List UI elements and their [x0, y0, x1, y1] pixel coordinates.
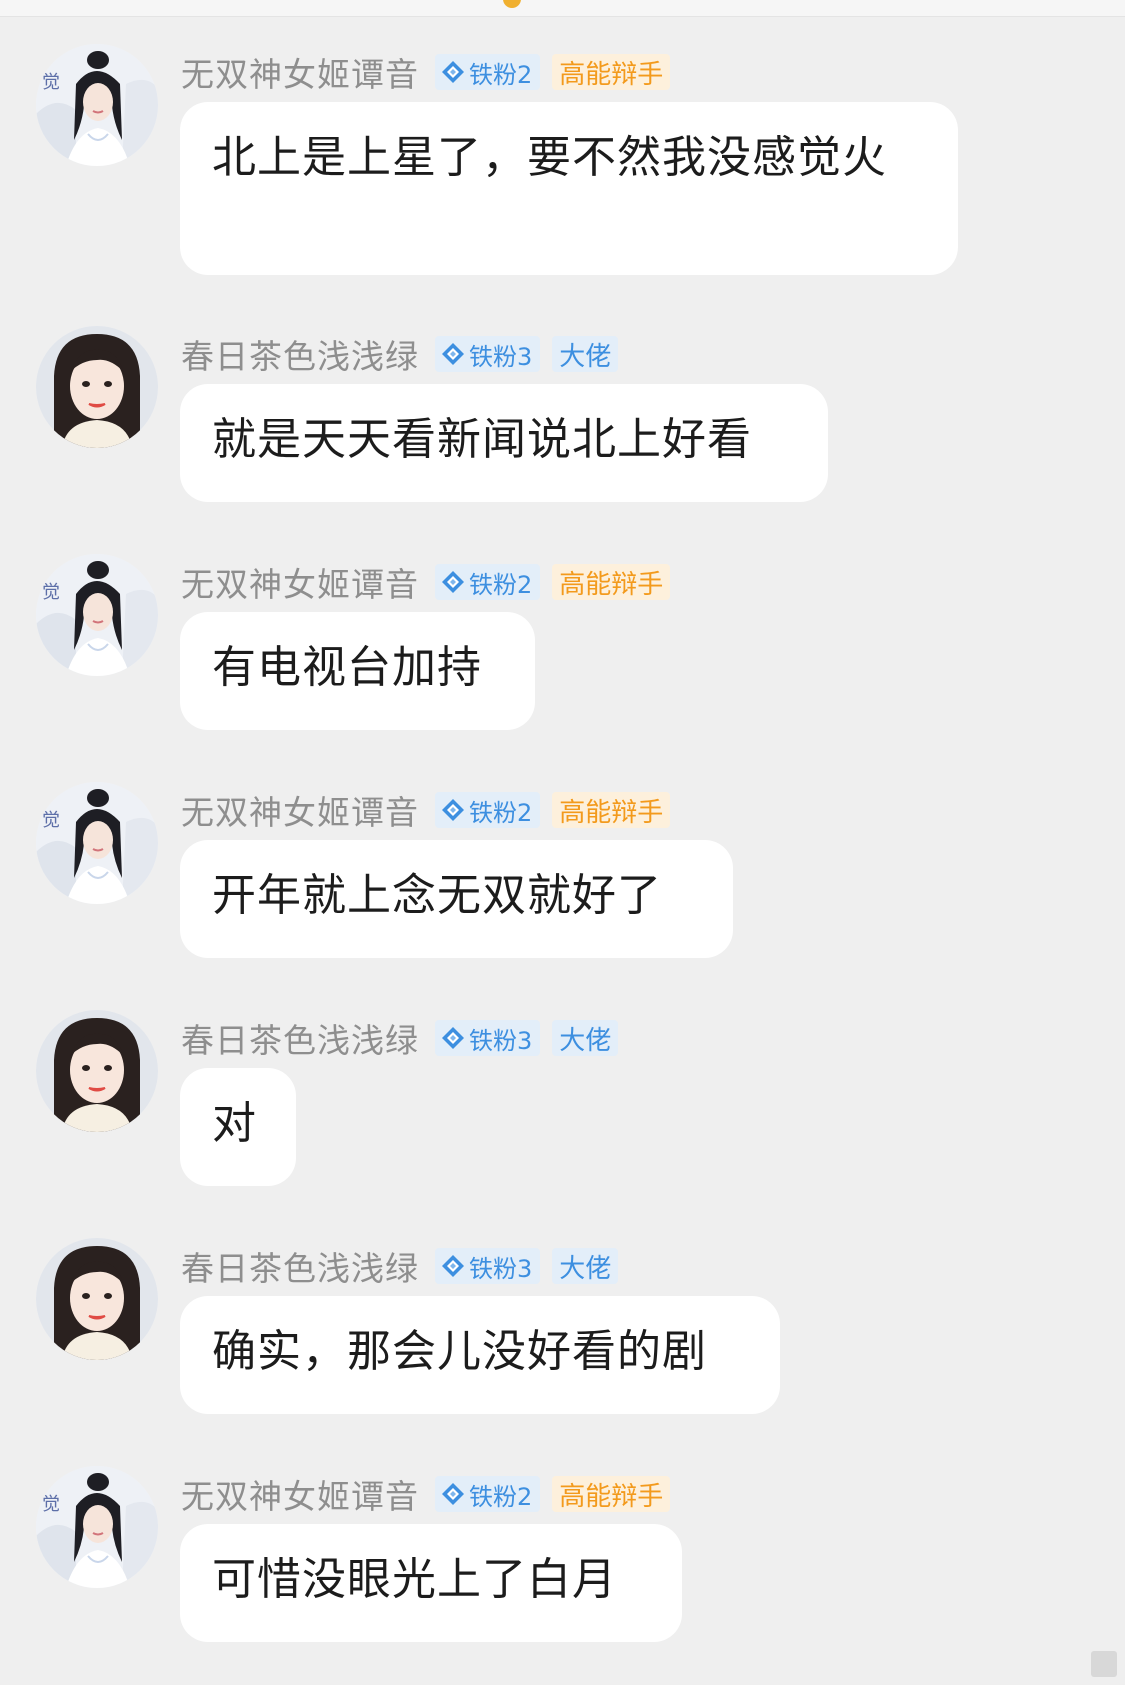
fan-level-badge[interactable]: 铁粉2: [435, 564, 541, 600]
diamond-icon: [442, 1027, 464, 1049]
avatar[interactable]: [36, 326, 158, 448]
top-indicator-dot: [503, 0, 521, 8]
avatar[interactable]: 觉: [36, 782, 158, 904]
username[interactable]: 春日茶色浅浅绿: [181, 1014, 419, 1062]
message-text: 就是天天看新闻说北上好看: [212, 414, 752, 465]
diamond-icon: [442, 571, 464, 593]
role-badge[interactable]: 高能辩手: [552, 564, 671, 600]
fan-level-badge[interactable]: 铁粉2: [435, 792, 541, 828]
message-text: 北上是上星了，要不然我没感觉火: [212, 132, 887, 183]
fan-level-text: 铁粉2: [469, 60, 533, 89]
message-bubble[interactable]: 确实，那会儿没好看的剧: [180, 1296, 780, 1414]
fan-level-text: 铁粉2: [469, 798, 533, 827]
message-bubble[interactable]: 对: [180, 1068, 296, 1186]
role-badge[interactable]: 高能辩手: [552, 792, 671, 828]
svg-text:觉: 觉: [42, 72, 60, 93]
svg-text:觉: 觉: [42, 582, 60, 603]
role-badge[interactable]: 大佬: [552, 1020, 619, 1056]
message-header: 无双神女姬谭音 铁粉2 高能辩手: [181, 1470, 671, 1518]
diamond-icon: [442, 61, 464, 83]
message-bubble[interactable]: 开年就上念无双就好了: [180, 840, 733, 958]
avatar[interactable]: [36, 1010, 158, 1132]
fan-level-text: 铁粉2: [469, 1482, 533, 1511]
message-text: 有电视台加持: [212, 642, 482, 693]
fan-level-badge[interactable]: 铁粉3: [435, 1020, 541, 1056]
svg-text:觉: 觉: [42, 810, 60, 831]
fan-level-text: 铁粉2: [469, 570, 533, 599]
username[interactable]: 无双神女姬谭音: [181, 786, 419, 834]
username[interactable]: 春日茶色浅浅绿: [181, 330, 419, 378]
message-text: 对: [212, 1098, 257, 1149]
message-text: 可惜没眼光上了白月: [212, 1554, 617, 1605]
username[interactable]: 无双神女姬谭音: [181, 1470, 419, 1518]
message-bubble[interactable]: 就是天天看新闻说北上好看: [180, 384, 828, 502]
message-bubble[interactable]: 可惜没眼光上了白月: [180, 1524, 682, 1642]
avatar[interactable]: 觉: [36, 44, 158, 166]
username[interactable]: 春日茶色浅浅绿: [181, 1242, 419, 1290]
message-text: 确实，那会儿没好看的剧: [212, 1326, 707, 1377]
fan-level-badge[interactable]: 铁粉3: [435, 336, 541, 372]
fan-level-badge[interactable]: 铁粉3: [435, 1248, 541, 1284]
fan-level-text: 铁粉3: [469, 1254, 533, 1283]
username[interactable]: 无双神女姬谭音: [181, 558, 419, 606]
role-badge[interactable]: 大佬: [552, 1248, 619, 1284]
role-badge[interactable]: 高能辩手: [552, 54, 671, 90]
diamond-icon: [442, 1255, 464, 1277]
avatar[interactable]: 觉: [36, 554, 158, 676]
fan-level-badge[interactable]: 铁粉2: [435, 1476, 541, 1512]
message-header: 春日茶色浅浅绿 铁粉3 大佬: [181, 1014, 619, 1062]
message-header: 春日茶色浅浅绿 铁粉3 大佬: [181, 1242, 619, 1290]
svg-text:觉: 觉: [42, 1494, 60, 1515]
role-badge[interactable]: 大佬: [552, 336, 619, 372]
fan-level-text: 铁粉3: [469, 1026, 533, 1055]
diamond-icon: [442, 1483, 464, 1505]
message-header: 无双神女姬谭音 铁粉2 高能辩手: [181, 786, 671, 834]
diamond-icon: [442, 799, 464, 821]
corner-mark: [1091, 1651, 1117, 1677]
diamond-icon: [442, 343, 464, 365]
role-badge[interactable]: 高能辩手: [552, 1476, 671, 1512]
avatar[interactable]: [36, 1238, 158, 1360]
top-strip: [0, 0, 1125, 17]
message-header: 无双神女姬谭音 铁粉2 高能辩手: [181, 558, 671, 606]
fan-level-badge[interactable]: 铁粉2: [435, 54, 541, 90]
message-header: 无双神女姬谭音 铁粉2 高能辩手: [181, 48, 671, 96]
fan-level-text: 铁粉3: [469, 342, 533, 371]
username[interactable]: 无双神女姬谭音: [181, 48, 419, 96]
message-bubble[interactable]: 有电视台加持: [180, 612, 535, 730]
message-header: 春日茶色浅浅绿 铁粉3 大佬: [181, 330, 619, 378]
avatar[interactable]: 觉: [36, 1466, 158, 1588]
message-bubble[interactable]: 北上是上星了，要不然我没感觉火: [180, 102, 958, 275]
message-text: 开年就上念无双就好了: [212, 870, 662, 921]
